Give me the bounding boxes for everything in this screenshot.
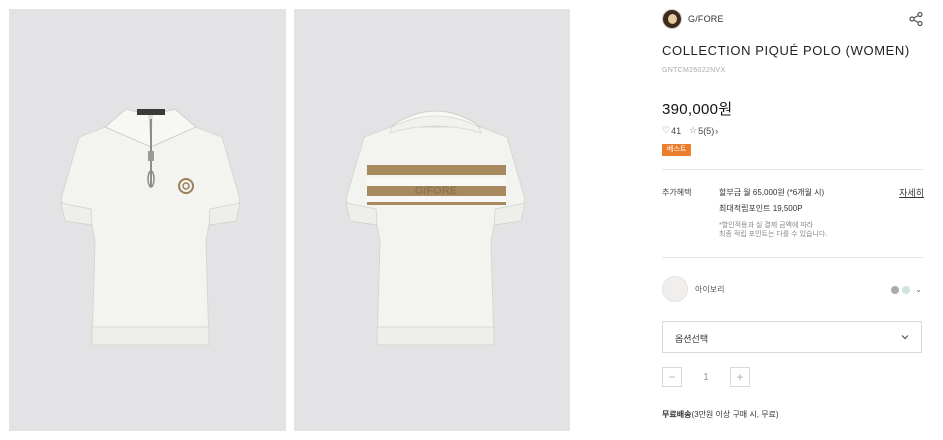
share-icon[interactable] <box>908 11 924 27</box>
points-text: 최대적립포인트 19,500P <box>719 204 803 213</box>
shipping-condition: (3만원 이상 구매 시, 무료) <box>691 410 779 419</box>
polo-front-illustration <box>60 108 241 346</box>
chevron-right-icon[interactable]: › <box>715 126 718 136</box>
brand-name[interactable]: G/FORE <box>688 14 724 24</box>
color-options: ⌄ <box>891 285 922 294</box>
chevron-down-icon <box>901 335 909 340</box>
quantity-value[interactable]: 1 <box>682 372 730 383</box>
points-note-line2: 최종 적립 포인트는 다를 수 있습니다. <box>719 231 828 238</box>
quantity-decrease-button[interactable]: − <box>662 367 682 387</box>
installment-text: 할부금 월 65,000원 (*6개월 시) <box>719 188 825 197</box>
color-dot-mint[interactable] <box>902 285 911 294</box>
review-count[interactable]: (5) <box>703 126 714 136</box>
shipping-info: 무료배송(3만원 이상 구매 시, 무료) <box>662 409 779 420</box>
star-icon: ☆ <box>689 125 698 135</box>
product-price: 390,000원 <box>662 101 733 118</box>
shipping-free-label: 무료배송 <box>662 410 692 419</box>
product-gallery: G/FORE <box>9 9 570 431</box>
detail-link[interactable]: 자세히 <box>899 186 924 199</box>
product-code: GNTCM26022NVX <box>662 67 726 74</box>
color-dot-grey[interactable] <box>891 285 900 294</box>
benefit-label: 추가혜택 <box>662 188 692 197</box>
brand-avatar[interactable] <box>662 9 682 29</box>
benefit-details: 할부금 월 65,000원 (*6개월 시) 최대적립포인트 19,500P *… <box>719 187 899 239</box>
polo-back-illustration: G/FORE <box>344 110 526 346</box>
points-note: *할인적용과 실 결제 금액에 따라 최종 적립 포인트는 다를 수 있습니다. <box>719 221 899 239</box>
quantity-stepper: − 1 + <box>662 367 750 387</box>
divider <box>662 169 924 170</box>
chevron-down-icon[interactable]: ⌄ <box>915 285 922 294</box>
color-name: 아이보리 <box>695 285 725 294</box>
quantity-increase-button[interactable]: + <box>730 367 750 387</box>
brand-row[interactable]: G/FORE <box>662 9 924 29</box>
like-count: 41 <box>671 125 682 136</box>
color-swatch-ivory[interactable] <box>662 276 688 302</box>
meta-row: ♡ 41 ☆ 5 (5) › <box>662 125 718 136</box>
best-badge: 베스트 <box>662 144 692 156</box>
option-select[interactable]: 옵션선택 <box>662 321 922 353</box>
divider <box>662 257 924 258</box>
option-select-label: 옵션선택 <box>675 334 709 344</box>
product-title: COLLECTION PIQUÉ POLO (WOMEN) <box>662 43 910 58</box>
color-selector: 아이보리 ⌄ <box>662 276 924 302</box>
heart-icon[interactable]: ♡ <box>662 125 670 136</box>
points-note-line1: *할인적용과 실 결제 금액에 따라 <box>719 222 814 229</box>
product-info-panel: G/FORE COLLECTION PIQUÉ POLO (WOMEN) GNT… <box>662 0 924 440</box>
product-image-front[interactable] <box>9 9 286 431</box>
product-image-back[interactable]: G/FORE <box>293 9 570 431</box>
back-wordmark: G/FORE <box>414 185 456 197</box>
